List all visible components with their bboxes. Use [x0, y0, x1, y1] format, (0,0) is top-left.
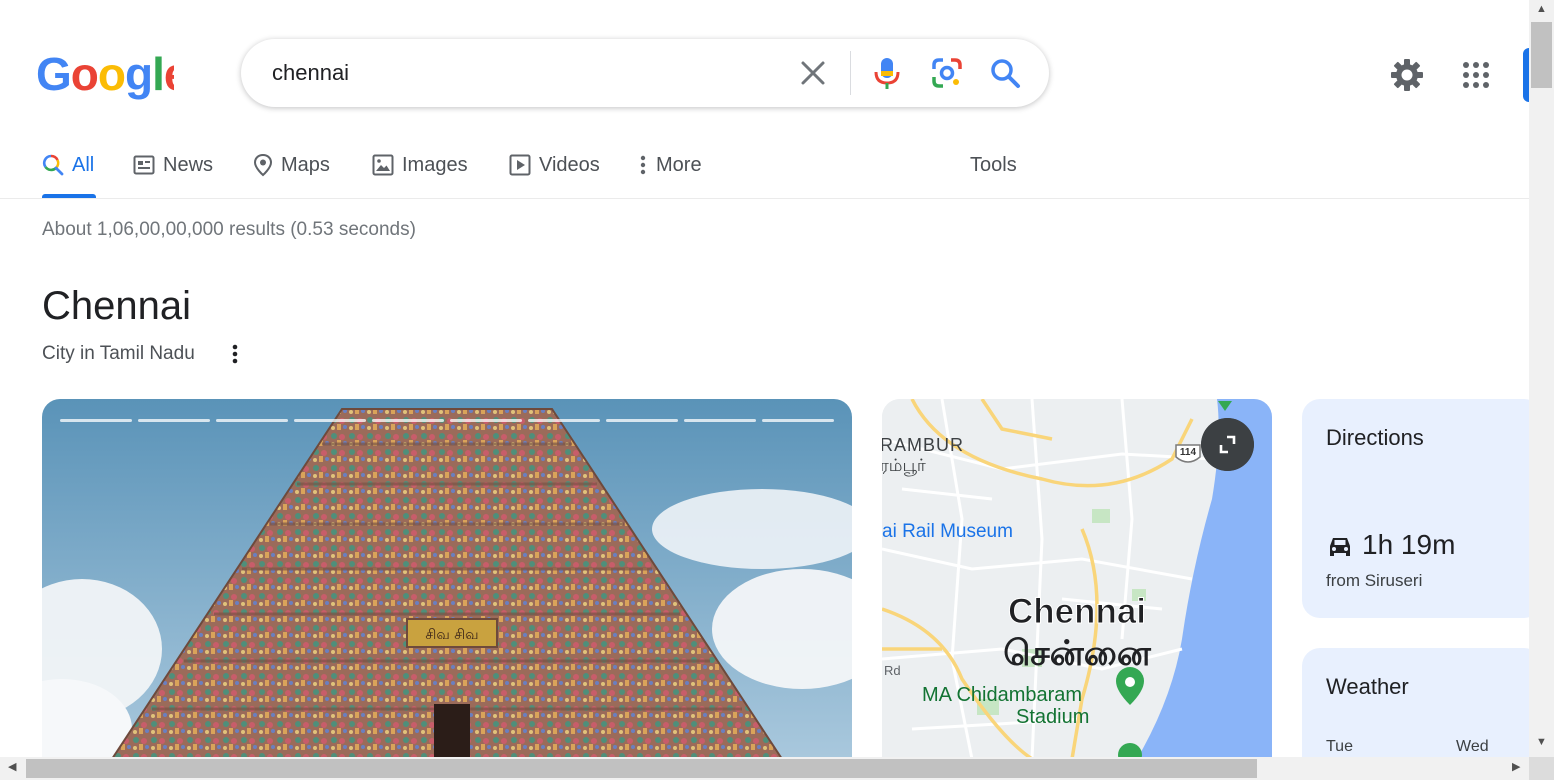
tab-label: Videos [539, 153, 600, 176]
more-options-icon[interactable] [224, 342, 246, 366]
search-icon [42, 154, 64, 176]
svg-text:Google: Google [36, 50, 174, 100]
progress-segment [606, 419, 678, 422]
progress-segment [216, 419, 288, 422]
map-label-city: Chennai [1008, 592, 1146, 631]
gear-icon[interactable] [1389, 57, 1425, 93]
directions-title: Directions [1326, 425, 1424, 450]
map-label-area-tamil: ரம்பூர் [882, 456, 926, 476]
image-icon [372, 154, 394, 176]
search-divider [850, 51, 851, 95]
progress-segment [294, 419, 366, 422]
weather-title: Weather [1326, 674, 1409, 699]
tab-label: Images [402, 153, 468, 176]
scroll-right-arrow-icon[interactable]: ▶ [1512, 762, 1520, 773]
tab-all[interactable]: All [42, 150, 94, 180]
progress-segment [450, 419, 522, 422]
temple-sign-text: சிவ சிவ [425, 627, 478, 643]
apps-grid-icon[interactable] [1460, 59, 1492, 91]
tab-label: News [163, 153, 214, 176]
progress-segment [528, 419, 600, 422]
active-tab-indicator [42, 194, 96, 198]
tools-button[interactable]: Tools [970, 150, 1017, 180]
microphone-icon[interactable] [871, 55, 903, 91]
google-logo[interactable]: Google [36, 50, 174, 100]
progress-segment [762, 419, 834, 422]
search-icon[interactable] [989, 57, 1021, 89]
photo-progress-bars [60, 419, 834, 422]
expand-map-icon[interactable] [1201, 418, 1254, 471]
progress-segment [60, 419, 132, 422]
tab-label: More [656, 153, 702, 176]
entity-subtitle: City in Tamil Nadu [42, 343, 195, 364]
map-pin-icon [253, 153, 273, 177]
scroll-up-arrow-icon[interactable]: ▲ [1536, 4, 1547, 15]
news-icon [133, 155, 155, 175]
tab-more[interactable]: More [638, 150, 702, 180]
map-label-stadium: MA Chidambaram [922, 684, 1082, 706]
google-lens-icon[interactable] [931, 57, 963, 89]
directions-card[interactable]: Directions 1h 19m from Siruseri [1302, 399, 1542, 618]
entity-title: Chennai [42, 284, 192, 328]
highway-shield-label: 114 [1180, 447, 1197, 458]
scroll-down-arrow-icon[interactable]: ▼ [1536, 737, 1547, 748]
vertical-scrollbar[interactable] [1529, 0, 1554, 757]
city-photo[interactable]: சிவ சிவ [42, 399, 852, 759]
tab-label: All [72, 153, 95, 176]
clear-icon[interactable] [797, 57, 829, 89]
progress-segment [372, 419, 444, 422]
tab-label: Maps [281, 153, 330, 176]
horizontal-scrollbar-thumb[interactable] [26, 759, 1257, 778]
tab-news[interactable]: News [133, 150, 213, 180]
travel-origin: from Siruseri [1326, 571, 1423, 590]
tab-images[interactable]: Images [372, 150, 468, 180]
weather-day: Tue [1326, 738, 1353, 755]
tab-videos[interactable]: Videos [509, 150, 600, 180]
search-tabs: All News Maps Images Videos More Tools [0, 130, 1529, 199]
map-label-road: Rd [884, 663, 901, 678]
car-icon [1330, 538, 1350, 556]
progress-segment [684, 419, 756, 422]
map-label-stadium: Stadium [1016, 706, 1089, 728]
play-icon [509, 154, 531, 176]
weather-day: Wed [1456, 738, 1489, 755]
progress-segment [138, 419, 210, 422]
search-box[interactable]: chennai [241, 39, 1049, 107]
scroll-left-arrow-icon[interactable]: ◀ [8, 762, 16, 773]
map-label-museum: ai Rail Museum [882, 521, 1013, 542]
search-input[interactable]: chennai [272, 60, 349, 86]
travel-time: 1h 19m [1362, 529, 1456, 560]
tools-label: Tools [970, 153, 1017, 176]
tab-maps[interactable]: Maps [253, 150, 330, 180]
vertical-scrollbar-thumb[interactable] [1531, 22, 1552, 88]
result-stats: About 1,06,00,00,000 results (0.53 secon… [42, 219, 416, 240]
dots-vertical-icon [640, 155, 646, 175]
scrollbar-corner [1529, 757, 1554, 780]
map-label-area: RAMBUR [882, 435, 964, 455]
